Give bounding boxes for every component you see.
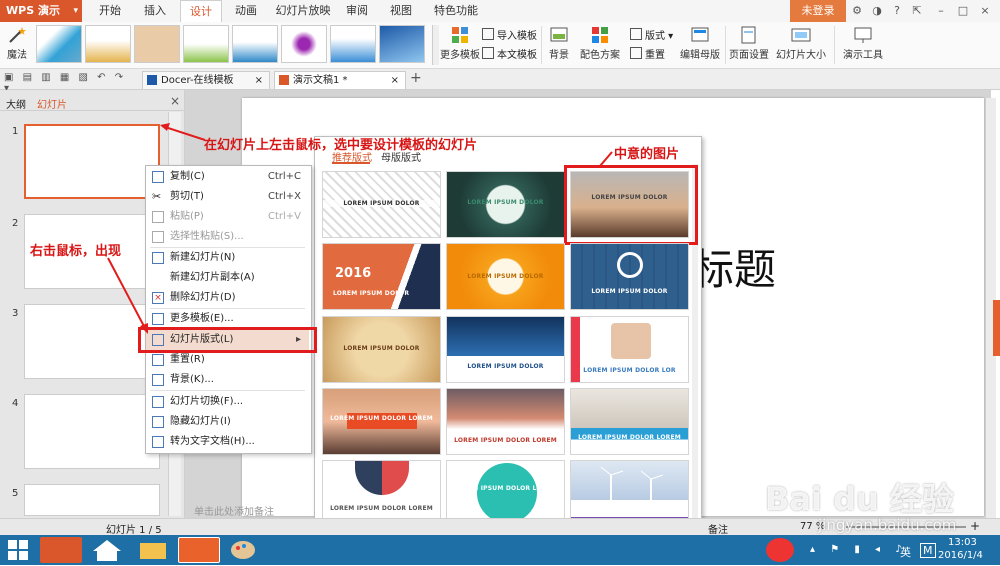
windows-logo: [8, 540, 28, 560]
taskbar-app-explorer[interactable]: [132, 537, 174, 563]
clock-date: 2016/1/4: [938, 550, 983, 561]
home-icon: [93, 540, 121, 561]
watermark-logo: Bai du 经验: [765, 480, 954, 518]
zoom-in-icon[interactable]: +: [970, 519, 980, 533]
ime-indicator[interactable]: 英: [900, 544, 911, 560]
slide-count: 幻灯片 1 / 5: [106, 525, 162, 536]
annotation-arrow-menu: [107, 257, 147, 331]
annotation-arrowhead: [140, 323, 148, 334]
annotation-arrow-picture: [599, 151, 613, 167]
annotation-arrow-slide: [161, 125, 206, 141]
annotation-left: 右击鼠标，出现: [30, 244, 122, 259]
tray-icons[interactable]: ▴ ⚑ ▮ ◂ ♪: [810, 544, 908, 555]
clock-time: 13:03: [948, 537, 977, 548]
annotation-top: 在幻灯片上左击鼠标，选中要设计模板的幻灯片: [204, 138, 478, 153]
palette-icon: [231, 541, 255, 559]
taskbar-app-browser[interactable]: [40, 537, 82, 563]
folder-icon: [140, 543, 166, 559]
notes-placeholder[interactable]: 单击此处添加备注: [194, 503, 274, 518]
watermark-url: jingyan.baidu.com: [818, 516, 957, 534]
taskbar-app-wps[interactable]: [178, 537, 220, 563]
taskbar-app-home[interactable]: [86, 537, 128, 563]
notes-toggle[interactable]: 备注: [708, 521, 728, 536]
ime-mode[interactable]: M: [920, 543, 936, 558]
annotation-right: 中意的图片: [614, 147, 680, 162]
annotation-arrowhead: [160, 123, 170, 131]
taskbar-app-paint[interactable]: [222, 537, 264, 563]
tray-app-icon[interactable]: [766, 538, 794, 562]
windows-start-icon[interactable]: [8, 540, 28, 560]
